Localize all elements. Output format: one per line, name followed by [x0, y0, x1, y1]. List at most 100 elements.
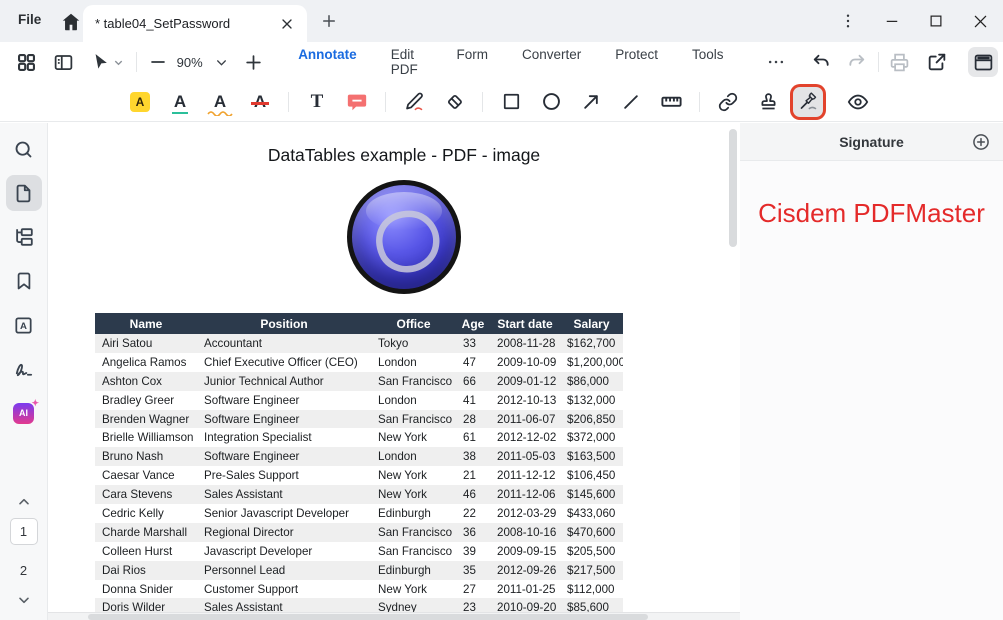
table-cell: 2008-10-16	[490, 523, 560, 542]
page-number-2[interactable]: 2	[10, 557, 38, 584]
new-tab-button[interactable]	[320, 12, 338, 30]
tab-close-icon[interactable]	[279, 16, 295, 32]
arrow-icon	[581, 92, 601, 112]
tab-tools[interactable]: Tools	[690, 37, 726, 87]
bookmark-icon[interactable]	[6, 263, 42, 299]
underline-icon: A	[174, 93, 186, 110]
side-panel-toggle-icon[interactable]	[52, 51, 74, 73]
signature-tool[interactable]	[793, 87, 823, 117]
table-cell: 27	[456, 580, 490, 599]
zoom-in-button[interactable]	[242, 51, 264, 73]
cursor-dropdown-chevron-icon[interactable]	[112, 51, 126, 73]
table-cell: 2011-06-07	[490, 410, 560, 429]
table-cell: New York	[371, 428, 456, 447]
table-header-cell: Position	[197, 313, 371, 334]
strikethrough-tool[interactable]: A	[245, 87, 275, 117]
close-button[interactable]	[965, 6, 995, 36]
comment-tool[interactable]	[342, 87, 372, 117]
reading-layout-toggle[interactable]	[968, 47, 998, 77]
previous-page-chevron-icon[interactable]	[12, 492, 36, 512]
table-cell: Brielle Williamson	[95, 428, 197, 447]
underline-tool[interactable]: A	[165, 87, 195, 117]
table-row: Caesar VancePre-Sales SupportNew York212…	[95, 466, 623, 485]
zoom-level[interactable]: 90%	[177, 55, 203, 70]
table-cell: 2008-11-28	[490, 334, 560, 353]
ai-assistant-icon[interactable]: AI✦	[6, 395, 42, 431]
left-sidebar: A AI✦ 1 2	[0, 123, 48, 620]
comment-icon	[346, 91, 368, 113]
page-view-icon[interactable]	[6, 175, 42, 211]
maximize-button[interactable]	[921, 6, 951, 36]
table-cell: Colleen Hurst	[95, 542, 197, 561]
outline-thumbnails-icon[interactable]	[6, 219, 42, 255]
home-icon[interactable]	[60, 11, 82, 33]
redo-button	[846, 51, 868, 73]
rectangle-tool[interactable]	[496, 87, 526, 117]
squiggly-underline-tool[interactable]: A	[205, 87, 235, 117]
horizontal-scrollbar[interactable]	[48, 612, 740, 620]
vertical-scrollbar[interactable]	[729, 129, 737, 247]
signature-panel-icon[interactable]	[6, 351, 42, 387]
table-row: Cedric KellySenior Javascript DeveloperE…	[95, 504, 623, 523]
more-tools-icon[interactable]	[765, 51, 787, 73]
select-cursor-tool[interactable]	[90, 51, 112, 73]
line-tool[interactable]	[616, 87, 646, 117]
tab-protect[interactable]: Protect	[613, 37, 660, 87]
undo-button[interactable]	[810, 51, 832, 73]
arrow-tool[interactable]	[576, 87, 606, 117]
tab-converter[interactable]: Converter	[520, 37, 583, 87]
table-cell: 33	[456, 334, 490, 353]
show-hide-annotations-tool[interactable]	[843, 87, 873, 117]
table-cell: Junior Technical Author	[197, 372, 371, 391]
table-header-cell: Start date	[490, 313, 560, 334]
table-cell: 2012-03-29	[490, 504, 560, 523]
zoom-dropdown-chevron-icon[interactable]	[211, 51, 233, 73]
link-tool[interactable]	[713, 87, 743, 117]
share-export-icon[interactable]	[926, 51, 948, 73]
table-cell: Donna Snider	[95, 580, 197, 599]
table-cell: Cara Stevens	[95, 485, 197, 504]
tab-form[interactable]: Form	[454, 37, 490, 87]
add-signature-icon[interactable]	[971, 132, 991, 152]
table-cell: 2009-10-09	[490, 353, 560, 372]
table-cell: Software Engineer	[197, 410, 371, 429]
table-cell: San Francisco	[371, 542, 456, 561]
table-row: Ashton CoxJunior Technical AuthorSan Fra…	[95, 372, 623, 391]
table-cell: Pre-Sales Support	[197, 466, 371, 485]
tab-edit-pdf[interactable]: Edit PDF	[389, 37, 425, 87]
measure-tool[interactable]	[656, 87, 686, 117]
highlight-tool[interactable]: A	[125, 87, 155, 117]
ellipse-tool[interactable]	[536, 87, 566, 117]
table-cell: 35	[456, 561, 490, 580]
file-menu[interactable]: File	[18, 12, 41, 27]
app-menu-kebab-icon[interactable]	[833, 6, 863, 36]
minimize-button[interactable]	[877, 6, 907, 36]
search-icon[interactable]	[6, 131, 42, 167]
next-page-chevron-icon[interactable]	[12, 590, 36, 610]
annotation-list-icon[interactable]: A	[6, 307, 42, 343]
page-navigator: 1 2	[10, 492, 38, 620]
table-row: Bruno NashSoftware EngineerLondon382011-…	[95, 447, 623, 466]
table-cell: 61	[456, 428, 490, 447]
table-cell: 2011-01-25	[490, 580, 560, 599]
tab-annotate[interactable]: Annotate	[296, 37, 359, 87]
table-cell: San Francisco	[371, 523, 456, 542]
table-cell: London	[371, 447, 456, 466]
signature-panel-header: Signature	[740, 123, 1003, 161]
saved-signature-item[interactable]: Cisdem PDFMaster	[740, 185, 1003, 241]
table-row: Airi SatouAccountantTokyo332008-11-28$16…	[95, 334, 623, 353]
add-text-tool[interactable]: T	[302, 87, 332, 117]
eraser-tool[interactable]	[439, 87, 469, 117]
svg-text:A: A	[20, 321, 27, 332]
table-cell: Brenden Wagner	[95, 410, 197, 429]
table-row: Brielle WilliamsonIntegration Specialist…	[95, 428, 623, 447]
thumbnail-grid-icon[interactable]	[15, 51, 37, 73]
zoom-out-button[interactable]	[147, 51, 169, 73]
pencil-tool[interactable]	[399, 87, 429, 117]
document-viewport[interactable]: DataTables example - PDF - image NamePos…	[48, 123, 740, 620]
signature-panel-title: Signature	[839, 134, 904, 150]
page-number-1[interactable]: 1	[10, 518, 38, 545]
stamp-tool[interactable]	[753, 87, 783, 117]
table-cell: Edinburgh	[371, 561, 456, 580]
document-tab[interactable]: * table04_SetPassword	[83, 5, 307, 42]
